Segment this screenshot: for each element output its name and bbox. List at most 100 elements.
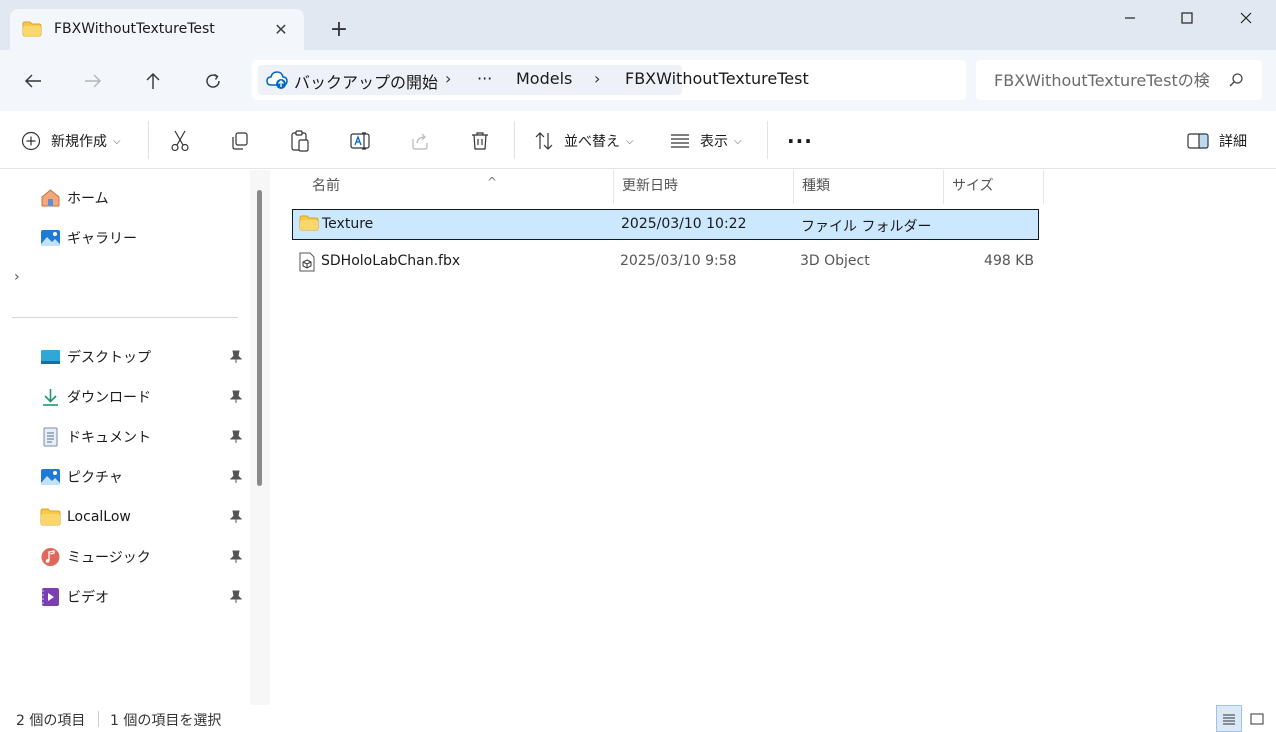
new-button[interactable]: 新規作成 ⌵ [21,125,121,157]
desktop-icon [41,350,60,364]
details-pane-button[interactable]: 詳細 [1187,125,1247,157]
3d-object-file-icon [298,252,316,276]
document-icon [43,427,58,447]
tab-title: FBXWithoutTextureTest [54,21,215,37]
sidebar-item-downloads[interactable]: ダウンロード [40,381,250,413]
share-button[interactable] [410,125,430,157]
sidebar-scrollbar[interactable] [250,170,270,705]
up-button[interactable] [139,67,167,95]
cut-button[interactable] [170,125,190,157]
sort-ascending-icon: ^ [487,175,498,189]
breadcrumb-current-folder[interactable]: FBXWithoutTextureTest [625,69,809,88]
gallery-icon [41,230,60,246]
breadcrumb-models[interactable]: Models [516,69,572,88]
sidebar-item-desktop[interactable]: デスクトップ [40,341,250,373]
view-button-label: 表示 [700,134,728,150]
paste-button[interactable] [290,125,310,157]
maximize-button[interactable] [1158,0,1216,36]
toolbar-divider [767,121,768,159]
video-icon [42,588,59,606]
pin-icon [230,470,242,483]
sort-button-label: 並べ替え [564,134,620,150]
arrow-up-icon [146,73,160,89]
navigation-pane: ホーム ギャラリー › デスクトップ ダウンロード ドキュメント ピクチャ Lo… [0,170,250,705]
folder-icon [299,215,319,235]
search-icon [1228,72,1244,92]
sidebar-item-gallery[interactable]: ギャラリー [40,222,250,254]
pictures-icon [41,469,60,485]
chevron-down-icon: ⌵ [734,135,742,147]
tiles-view-button[interactable] [1244,705,1270,732]
tab-active[interactable]: FBXWithoutTextureTest ✕ [10,9,304,50]
file-name: Texture [322,216,374,232]
sort-button[interactable]: 並べ替え ⌵ [534,125,634,157]
clipboard-icon [291,130,309,152]
sidebar-item-label: ビデオ [67,590,109,606]
view-button[interactable]: 表示 ⌵ [670,125,742,157]
pin-icon [230,390,242,403]
file-modified: 2025/03/10 9:58 [620,253,737,269]
pin-icon [230,550,242,563]
forward-button[interactable] [79,67,107,95]
sidebar-item-label: ホーム [67,191,109,207]
close-window-button[interactable] [1217,0,1275,36]
sidebar-item-locallow[interactable]: LocalLow [40,501,250,533]
sidebar-item-documents[interactable]: ドキュメント [40,421,250,453]
rename-button[interactable] [350,125,372,157]
new-button-label: 新規作成 [51,134,107,150]
folder-icon [22,21,42,41]
view-list-icon [671,134,689,148]
sidebar-item-home[interactable]: ホーム [40,182,250,214]
column-header-name[interactable]: 名前 ^ [304,170,614,204]
breadcrumb-separator: › [594,69,601,88]
back-button[interactable] [19,67,47,95]
breadcrumb-overflow-button[interactable]: ··· [477,69,492,88]
more-options-button[interactable]: ··· [787,125,813,157]
delete-button[interactable] [470,125,490,157]
sidebar-item-videos[interactable]: ビデオ [40,581,250,613]
minimize-button[interactable] [1101,0,1159,36]
sidebar-item-label: ギャラリー [67,231,137,247]
column-header-size[interactable]: サイズ [944,170,1044,204]
cloud-backup-icon [266,70,288,94]
close-icon [1240,12,1252,24]
pin-icon [230,350,242,363]
file-modified: 2025/03/10 10:22 [621,216,747,232]
toolbar-divider [514,121,515,159]
scrollbar-thumb[interactable] [257,190,262,486]
status-bar: 2 個の項目 1 個の項目を選択 [0,705,1276,732]
home-icon [41,189,60,207]
expand-chevron-icon[interactable]: › [14,269,20,285]
arrow-left-icon [25,74,41,88]
search-box[interactable] [976,60,1262,100]
search-input[interactable] [976,60,1226,100]
column-header-type[interactable]: 種類 [794,170,944,204]
column-header-modified[interactable]: 更新日時 [614,170,794,204]
download-icon [43,389,58,406]
music-icon [41,548,60,566]
rename-icon [350,132,370,150]
sidebar-item-label: LocalLow [67,509,131,525]
refresh-icon [206,73,220,88]
arrow-right-icon [85,74,101,88]
sidebar-item-music[interactable]: ミュージック [40,541,250,573]
sidebar-divider [12,317,238,318]
copy-button[interactable] [230,125,250,157]
table-row[interactable]: Texture 2025/03/10 10:22 ファイル フォルダー [292,209,1039,240]
table-row[interactable]: SDHoloLabChan.fbx 2025/03/10 9:58 3D Obj… [292,247,1039,278]
close-tab-button[interactable]: ✕ [272,21,290,39]
refresh-button[interactable] [199,67,227,95]
chevron-down-icon: ⌵ [626,135,634,147]
item-count: 2 個の項目 [16,713,86,729]
plus-circle-icon [21,131,41,151]
file-name: SDHoloLabChan.fbx [321,253,461,269]
new-tab-button[interactable]: + [326,18,352,44]
tiles-view-icon [1250,713,1264,724]
address-bar[interactable]: バックアップの開始 › ··· Models › FBXWithoutTextu… [252,60,966,100]
sidebar-item-pictures[interactable]: ピクチャ [40,461,250,493]
pin-icon [230,430,242,443]
details-view-button[interactable] [1216,705,1242,732]
minimize-icon [1125,17,1135,19]
pin-icon [230,510,242,523]
breadcrumb-separator: › [445,69,452,88]
